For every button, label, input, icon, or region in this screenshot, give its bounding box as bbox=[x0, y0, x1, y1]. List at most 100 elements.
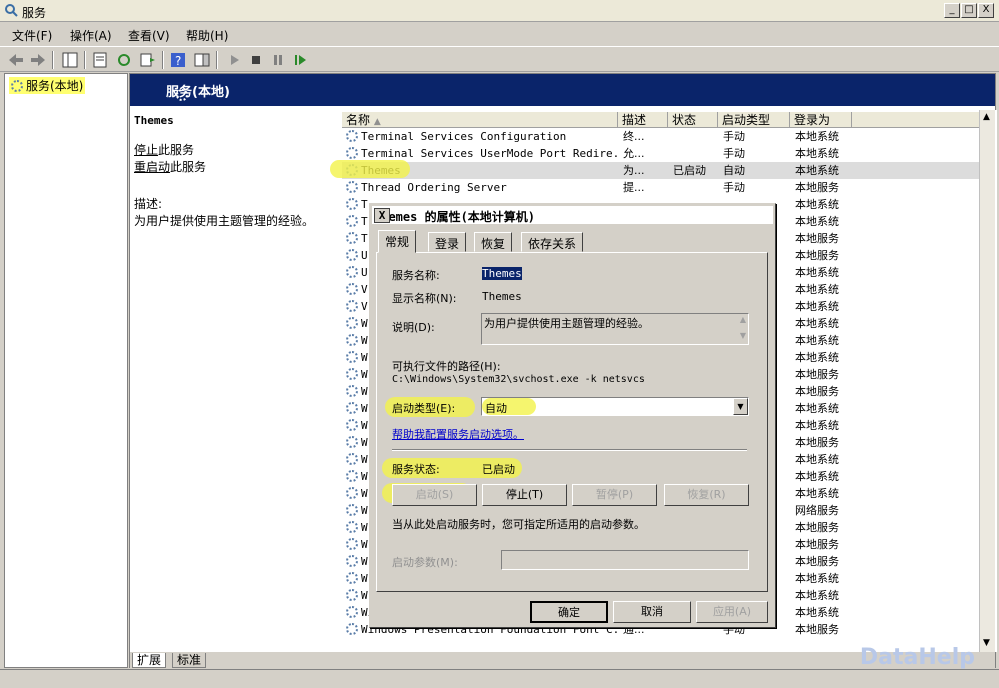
start-button[interactable]: 启动(S) bbox=[392, 484, 477, 506]
service-gear-icon bbox=[346, 317, 358, 329]
stop-button[interactable]: 停止(T) bbox=[482, 484, 567, 506]
table-row[interactable]: Themes为...已启动自动本地系统 bbox=[342, 162, 982, 179]
help-configure-link[interactable]: 帮助我配置服务启动选项。 bbox=[392, 426, 524, 442]
service-logon-cell-text: 本地系统 bbox=[795, 266, 839, 279]
dialog-close-button[interactable]: X bbox=[374, 208, 390, 223]
service-gear-icon bbox=[346, 538, 358, 550]
tab-dependencies[interactable]: 依存关系 bbox=[521, 232, 584, 252]
table-row[interactable]: Terminal Services UserMode Port Redire..… bbox=[342, 145, 982, 162]
service-gear-icon bbox=[346, 334, 358, 346]
pause-service-icon[interactable] bbox=[268, 50, 288, 70]
service-name-cell-text: W bbox=[361, 453, 368, 466]
path-value: C:\Windows\System32\svchost.exe -k netsv… bbox=[392, 374, 645, 385]
service-logon-cell: 本地系统 bbox=[795, 570, 855, 587]
startup-type-select[interactable]: 自动 ▼ bbox=[481, 397, 749, 416]
cancel-button[interactable]: 取消 bbox=[613, 601, 691, 623]
tab-logon[interactable]: 登录 bbox=[428, 232, 467, 252]
tab-extended[interactable]: 扩展 bbox=[132, 653, 167, 668]
service-gear-icon bbox=[346, 589, 358, 601]
service-name-cell-text: W bbox=[361, 385, 368, 398]
stop-service-icon[interactable] bbox=[246, 50, 266, 70]
display-name-label: 显示名称(N): bbox=[392, 292, 457, 305]
maximize-button[interactable]: □ bbox=[961, 3, 977, 18]
column-header-name[interactable]: 名称 ▲ bbox=[342, 112, 618, 128]
properties-icon[interactable] bbox=[90, 50, 110, 70]
divider bbox=[392, 449, 747, 451]
service-name-cell-text: W bbox=[361, 368, 368, 381]
service-logon-cell: 本地系统 bbox=[795, 145, 855, 162]
service-desc-cell-text: 终... bbox=[623, 130, 645, 143]
service-name-cell-text: W bbox=[361, 351, 368, 364]
service-gear-icon bbox=[346, 419, 358, 431]
minimize-button[interactable]: _ bbox=[944, 3, 960, 18]
start-service-icon[interactable] bbox=[224, 50, 244, 70]
service-gear-icon bbox=[346, 572, 358, 584]
scroll-down-icon[interactable]: ▼ bbox=[740, 331, 746, 340]
service-gear-icon bbox=[346, 351, 358, 363]
table-row[interactable]: Terminal Services Configuration 终... 手动 本地系… bbox=[342, 128, 982, 145]
service-name-value[interactable]: Themes bbox=[482, 267, 522, 280]
tab-general[interactable]: 常规 bbox=[378, 230, 417, 253]
service-logon-cell: 本地服务 bbox=[795, 536, 855, 553]
apply-button[interactable]: 应用(A) bbox=[696, 601, 768, 623]
resume-button[interactable]: 恢复(R) bbox=[664, 484, 749, 506]
column-header-logon[interactable]: 登录为 bbox=[790, 112, 852, 128]
service-logon-cell-text: 本地服务 bbox=[795, 623, 839, 636]
service-logon-cell: 本地系统 bbox=[795, 485, 855, 502]
service-logon-cell-text: 本地系统 bbox=[795, 470, 839, 483]
chevron-down-icon[interactable]: ▼ bbox=[733, 398, 748, 415]
service-gear-icon bbox=[346, 487, 358, 499]
restart-service-icon[interactable] bbox=[290, 50, 310, 70]
menu-help[interactable]: 帮助(H) bbox=[186, 27, 228, 44]
forward-icon[interactable] bbox=[28, 50, 48, 70]
service-name-cell-text: U bbox=[361, 249, 368, 262]
toolbar-separator bbox=[52, 51, 54, 69]
toolbar-separator bbox=[84, 51, 86, 69]
scroll-up-icon[interactable]: ▲ bbox=[740, 315, 746, 324]
startup-type-value: 自动 bbox=[485, 402, 507, 415]
service-logon-cell: 本地系统 bbox=[795, 298, 855, 315]
back-icon[interactable] bbox=[6, 50, 26, 70]
column-header-startup-type[interactable]: 启动类型 bbox=[718, 112, 790, 128]
menu-action[interactable]: 操作(A) bbox=[70, 27, 112, 44]
export-list-icon[interactable] bbox=[138, 50, 158, 70]
menu-view[interactable]: 查看(V) bbox=[128, 27, 170, 44]
service-logon-cell: 本地系统 bbox=[795, 315, 855, 332]
service-logon-cell-text: 本地服务 bbox=[795, 181, 839, 194]
tree-node-services-local[interactable]: 服务(本地) bbox=[9, 77, 86, 94]
service-logon-cell-text: 本地服务 bbox=[795, 555, 839, 568]
description-field[interactable]: 为用户提供使用主题管理的经验。 ▲ ▼ bbox=[481, 313, 749, 345]
restart-service-link[interactable]: 重启动 bbox=[134, 160, 170, 174]
console-tree-icon[interactable] bbox=[60, 50, 80, 70]
service-gear-icon bbox=[346, 300, 358, 312]
display-name-value: Themes bbox=[482, 290, 522, 303]
service-startup-cell-text: 手动 bbox=[723, 147, 745, 160]
column-header-description[interactable]: 描述 bbox=[618, 112, 668, 128]
service-logon-cell-text: 本地系统 bbox=[795, 402, 839, 415]
ok-button[interactable]: 确定 bbox=[530, 601, 608, 623]
table-row[interactable]: Thread Ordering Server 提... 手动 本地服务 bbox=[342, 179, 982, 196]
vertical-scrollbar[interactable]: ▲ ▼ bbox=[979, 110, 995, 653]
pause-button[interactable]: 暂停(P) bbox=[572, 484, 657, 506]
stop-service-link[interactable]: 停止 bbox=[134, 143, 158, 157]
help-icon[interactable]: ? bbox=[168, 50, 188, 70]
tab-standard[interactable]: 标准 bbox=[172, 653, 207, 668]
close-button[interactable]: X bbox=[978, 3, 994, 18]
refresh-icon[interactable] bbox=[114, 50, 134, 70]
service-gear-icon bbox=[346, 249, 358, 261]
service-logon-cell-text: 本地服务 bbox=[795, 368, 839, 381]
show-hide-action-pane-icon[interactable] bbox=[192, 50, 212, 70]
tab-recovery[interactable]: 恢复 bbox=[474, 232, 513, 252]
scroll-up-icon[interactable]: ▲ bbox=[983, 112, 990, 122]
services-app-icon bbox=[4, 3, 18, 17]
service-gear-icon bbox=[346, 198, 358, 210]
start-params-input[interactable] bbox=[501, 550, 749, 570]
service-logon-cell: 本地系统 bbox=[795, 162, 855, 179]
service-logon-cell-text: 本地系统 bbox=[795, 300, 839, 313]
column-header-status[interactable]: 状态 bbox=[668, 112, 718, 128]
scroll-down-icon[interactable]: ▼ bbox=[983, 638, 990, 648]
service-name-cell-text: T bbox=[361, 232, 368, 245]
menu-file[interactable]: 文件(F) bbox=[12, 27, 52, 44]
service-desc-cell-text: 允... bbox=[623, 147, 645, 160]
service-desc-cell: 为... bbox=[623, 162, 671, 179]
